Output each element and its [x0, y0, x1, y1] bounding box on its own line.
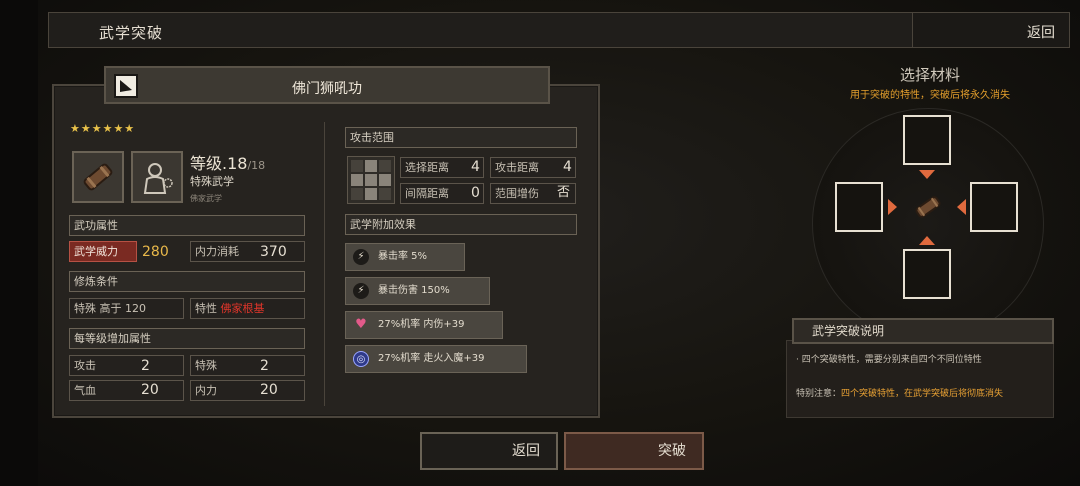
material-slot-bottom[interactable]: [903, 249, 951, 299]
skill-subcategory: 佛家武学: [190, 194, 222, 203]
aoe-bonus-value: 否: [557, 185, 571, 200]
per-level-mp: 内力: [190, 380, 305, 401]
per-level-hp: 气血: [69, 380, 184, 401]
effect-crit-damage-text: 暴击伤害 150%: [378, 285, 450, 296]
per-level-attack: 攻击: [69, 355, 184, 376]
per-level-mp-value: 20: [260, 382, 278, 398]
materials-subtitle: 用于突破的特性，突破后将永久消失: [850, 90, 1010, 101]
explanation-line-1: · 四个突破特性，需要分别来自四个不同位特性: [796, 355, 982, 365]
skill-level: 等级.18/18: [190, 150, 265, 174]
per-level-special-label: 特殊: [195, 359, 217, 372]
effect-qi-deviation-text: 27%机率 走火入魔+39: [378, 353, 485, 364]
effect-crit-rate[interactable]: ⚡ 暴击率 5%: [345, 243, 465, 271]
header-back-label: 返回: [1027, 25, 1055, 41]
star-rating: ★★★★★★: [70, 122, 136, 135]
header-back-button[interactable]: 返回: [912, 13, 1069, 47]
left-edge: [0, 0, 38, 486]
section-requirements: 修炼条件: [69, 271, 305, 292]
skill-scroll-center-icon: [910, 192, 946, 222]
mp-cost-chip: 内力消耗: [190, 241, 305, 262]
material-slot-right[interactable]: [970, 182, 1018, 232]
requirement-trait-label: 特性: [195, 302, 217, 315]
section-effects: 武学附加效果: [345, 214, 577, 235]
requirement-trait-value: 佛家根基: [220, 302, 265, 315]
level-value: .18: [222, 154, 248, 173]
page-title: 武学突破: [99, 24, 164, 42]
back-button[interactable]: 返回: [420, 432, 558, 470]
skill-category: 特殊武学: [190, 175, 234, 188]
select-distance-value: 4: [471, 159, 480, 175]
per-level-hp-label: 气血: [74, 384, 96, 397]
per-level-attack-value: 2: [141, 358, 150, 374]
broken-heart-icon: ♥: [355, 317, 367, 332]
arrow-right-icon: [888, 199, 897, 215]
effect-qi-deviation[interactable]: ◎ 27%机率 走火入魔+39: [345, 345, 527, 373]
power-value: 280: [142, 244, 169, 260]
skill-scroll-icon[interactable]: [72, 151, 124, 203]
per-level-hp-value: 20: [141, 382, 159, 398]
column-divider: [324, 122, 325, 406]
per-level-attack-label: 攻击: [74, 359, 96, 372]
section-attack-range: 攻击范围: [345, 127, 577, 148]
requirement-stat: 特殊 高于 120: [69, 298, 184, 319]
skill-name: 佛门狮吼功: [292, 81, 362, 97]
per-level-special-value: 2: [260, 358, 269, 374]
mp-cost-label: 内力消耗: [195, 245, 239, 258]
explanation-title: 武学突破说明: [792, 318, 1054, 344]
interval-distance-value: 0: [471, 185, 480, 201]
attack-range-grid: [347, 156, 395, 204]
lightning-icon: ⚡: [353, 249, 369, 265]
material-slot-left[interactable]: [835, 182, 883, 232]
per-level-mp-label: 内力: [195, 384, 217, 397]
explanation-line-2-highlight: 四个突破特性，在武学突破后将彻底消失: [841, 389, 1004, 399]
breakthrough-button[interactable]: 突破: [564, 432, 704, 470]
arrow-left-icon: [957, 199, 966, 215]
level-prefix: 等级: [190, 154, 223, 173]
explanation-line-2-prefix: 特别注意：: [796, 389, 842, 399]
per-level-special: 特殊: [190, 355, 305, 376]
header-bar: 武学突破 返回: [48, 12, 1070, 48]
power-label: 武学威力: [69, 241, 137, 262]
mp-cost-value: 370: [260, 244, 287, 260]
explanation-line-2: 特别注意：四个突破特性，在武学突破后将彻底消失: [796, 386, 1003, 399]
requirement-trait: 特性 佛家根基: [190, 298, 305, 319]
monk-portrait-icon[interactable]: [131, 151, 183, 203]
lightning-icon: ⚡: [353, 283, 369, 299]
breakthrough-button-label: 突破: [658, 443, 686, 459]
section-per-level: 每等级增加属性: [69, 328, 305, 349]
spiral-icon: ◎: [353, 351, 369, 367]
section-attributes: 武功属性: [69, 215, 305, 236]
material-slot-top[interactable]: [903, 115, 951, 165]
skill-banner: 佛门狮吼功: [104, 66, 550, 104]
effect-internal-injury-text: 27%机率 内伤+39: [378, 319, 465, 330]
effect-internal-injury[interactable]: ♥ 27%机率 内伤+39: [345, 311, 503, 339]
level-max: /18: [247, 159, 266, 172]
attack-distance-value: 4: [563, 159, 572, 175]
materials-title: 选择材料: [899, 66, 960, 84]
arrow-up-icon: [919, 236, 935, 245]
back-button-label: 返回: [512, 443, 540, 459]
effect-crit-rate-text: 暴击率 5%: [378, 251, 428, 262]
effect-crit-damage[interactable]: ⚡ 暴击伤害 150%: [345, 277, 490, 305]
arrow-down-icon: [919, 170, 935, 179]
